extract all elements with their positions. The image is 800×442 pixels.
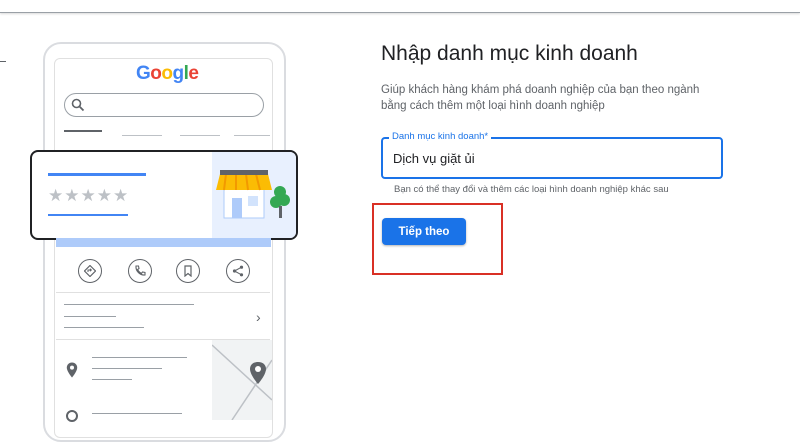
illustration-text-line <box>64 327 144 328</box>
illustration-call-button <box>128 259 152 283</box>
illustration-text-line <box>92 368 162 369</box>
illustration-search-box <box>64 93 264 117</box>
card-link-line <box>48 214 128 216</box>
illustration-text-line <box>92 413 182 414</box>
top-bar <box>0 0 800 13</box>
illustration-map <box>212 340 272 420</box>
business-category-input[interactable] <box>393 151 713 166</box>
location-pin-icon <box>66 362 78 383</box>
storefront-icon <box>216 170 290 219</box>
illustration-divider <box>56 292 270 293</box>
illustration-tab <box>122 135 162 136</box>
page-title: Nhập danh mục kinh doanh <box>381 42 638 65</box>
field-hint: Bạn có thể thay đổi và thêm các loại hìn… <box>394 184 669 195</box>
illustration-share-button <box>226 259 250 283</box>
illustration-text-line <box>64 316 116 317</box>
store-panel <box>212 152 296 238</box>
share-icon <box>232 265 244 277</box>
google-logo: Google <box>136 63 199 84</box>
search-icon <box>71 98 85 112</box>
bookmark-icon <box>184 265 192 277</box>
illustration-tab <box>234 135 270 136</box>
page-description: Giúp khách hàng khám phá doanh nghiệp củ… <box>381 84 700 112</box>
business-category-label: Danh mục kinh doanh* <box>389 131 492 142</box>
card-title-line <box>48 173 146 176</box>
next-button[interactable]: Tiếp theo <box>382 218 466 245</box>
edge-mark <box>0 61 6 62</box>
clock-icon <box>66 410 78 422</box>
rating-stars: ★★★★★ <box>48 186 130 205</box>
illustration-text-line <box>92 357 187 358</box>
illustration-directions-button <box>78 259 102 283</box>
illustration-text-line <box>64 304 194 305</box>
directions-icon <box>84 265 96 277</box>
illustration-tab <box>180 135 220 136</box>
illustration-blue-bar <box>56 238 271 247</box>
illustration-text-line <box>92 379 132 380</box>
phone-icon <box>135 265 146 276</box>
illustration-tab-active <box>64 130 102 132</box>
illustration-save-button <box>176 259 200 283</box>
business-card-illustration: ★★★★★ <box>30 150 298 240</box>
chevron-right-icon: › <box>256 309 261 325</box>
